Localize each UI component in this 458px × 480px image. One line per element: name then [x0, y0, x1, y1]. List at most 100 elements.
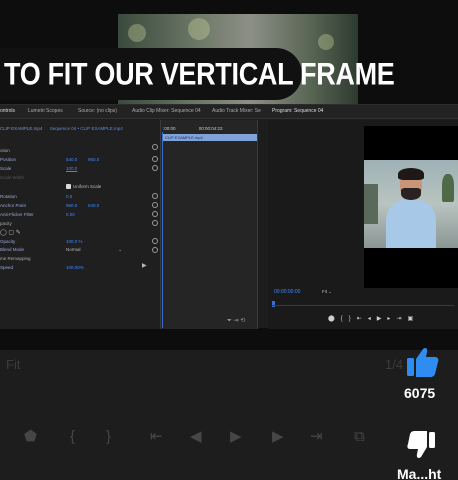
blend-mode-dropdown[interactable]: Normal ⌄ — [66, 247, 126, 254]
premiere-window: ontrols Lumetri Scopes Source: (no clips… — [0, 104, 458, 329]
video-caption: TO FIT OUR VERTICAL FRAME — [0, 48, 395, 100]
position-y-value[interactable]: 960.0 — [88, 157, 99, 162]
tab-audio-track-mixer[interactable]: Audio Track Mixer: Se — [212, 108, 261, 114]
blend-row: Blend Mode — [0, 247, 24, 252]
flicker-value[interactable]: 0.00 — [66, 212, 75, 217]
thumbs-down-icon[interactable] — [407, 430, 437, 460]
rect-mask-icon[interactable]: ▢ — [8, 230, 14, 236]
source-clip[interactable]: CLIP EXAMPLE.mp4 — [0, 126, 42, 131]
reset-icon[interactable] — [152, 144, 158, 150]
scale-width-row: Scale Width — [0, 175, 24, 180]
tab-effect-controls[interactable]: ontrols — [0, 108, 15, 114]
mark-out-icon[interactable]: } — [349, 316, 357, 322]
opacity-value[interactable]: 100.0 % — [66, 239, 83, 244]
program-timecode[interactable]: 00:00:00:00 — [274, 289, 300, 295]
reset-icon[interactable] — [152, 165, 158, 171]
program-video-frame — [364, 160, 458, 248]
scale-label: Scale — [0, 166, 12, 171]
flicker-label: Anti-Flicker Filter — [0, 212, 34, 217]
play-icon: ▶ — [230, 428, 242, 445]
anchor-row: Anchor Point 960.0 540.0 — [0, 203, 99, 208]
step-back-icon[interactable]: ◂ — [368, 316, 377, 322]
program-monitor: 00:00:00:00 Fit ⌄ ⬤{}⇤◂▶▸⇥▣ — [268, 120, 458, 329]
program-fit-value: Fit — [322, 289, 327, 294]
go-in-icon: ⇤ — [150, 428, 163, 445]
player-bottom: Fit 1/4 ⬟ { } ⇤ ◀ ▶ ▶ ⇥ ⧉ — [0, 350, 458, 480]
ec-bottom-icons: ⏷ ⇥ ⟲ — [227, 317, 245, 325]
program-fit-dropdown[interactable]: Fit ⌄ — [322, 289, 332, 295]
chevron-down-icon: ⌄ — [118, 247, 122, 252]
reset-icon[interactable] — [152, 211, 158, 217]
uniform-scale-checkbox[interactable] — [66, 184, 71, 189]
reset-icon[interactable] — [152, 238, 158, 244]
sequence-clip[interactable]: Sequence 04 • CLIP EXAMPLE.mp4 — [50, 126, 123, 131]
blend-mode-value: Normal — [66, 247, 81, 252]
thumbs-up-icon[interactable] — [405, 346, 439, 378]
rotation-value[interactable]: 0.0 — [66, 194, 72, 199]
program-transport: ⬤{}⇤◂▶▸⇥▣ — [328, 315, 419, 322]
tab-lumetri-scopes[interactable]: Lumetri Scopes — [28, 108, 63, 114]
insert-icon: ⧉ — [354, 428, 365, 445]
position-label: Position — [0, 157, 17, 162]
uniform-scale-label: Uniform Scale — [73, 184, 102, 189]
play-icon[interactable]: ▶ — [377, 316, 388, 322]
scale-width-label: Scale Width — [0, 175, 25, 180]
mask-tools: ◯ ▢ ✎ — [0, 229, 21, 236]
ec-clip-bar[interactable]: CLIP EXAMPLE.mp4 — [163, 134, 257, 141]
mark-out-icon: } — [106, 428, 112, 445]
opacity-section[interactable]: pacity — [0, 221, 12, 226]
ec-timecodes: :00:00 00:00:04:23 — [163, 126, 223, 131]
clip-header: CLIP EXAMPLE.mp4 Sequence 04 • CLIP EXAM… — [0, 126, 123, 131]
export-icon[interactable]: ⇥ — [233, 318, 238, 324]
program-scrub-bar[interactable] — [272, 305, 454, 306]
scale-value[interactable]: 100.0 — [66, 166, 77, 171]
video-area: TO FIT OUR VERTICAL FRAME ontrols Lumetr… — [0, 0, 458, 350]
marker-icon[interactable]: ⬤ — [328, 316, 341, 322]
motion-section[interactable]: otion — [0, 148, 10, 153]
go-out-icon[interactable]: ⇥ — [396, 316, 407, 322]
reset-icon[interactable] — [152, 156, 158, 162]
reset-icon[interactable] — [152, 193, 158, 199]
blend-label: Blend Mode — [0, 247, 25, 252]
scale-row: Scale 100.0 — [0, 166, 77, 171]
insert-icon[interactable]: ▣ — [407, 316, 419, 322]
play-triangle-icon[interactable]: ▶ — [142, 262, 147, 269]
opacity-row: Opacity 100.0 % — [0, 239, 83, 244]
reset-icon[interactable] — [152, 247, 158, 253]
rotation-label: Rotation — [0, 194, 17, 199]
position-row: Position 540.0 960.0 — [0, 157, 99, 162]
ellipse-mask-icon[interactable]: ◯ — [0, 230, 7, 236]
rotation-row: Rotation 0.0 — [0, 194, 72, 199]
reset-icon[interactable] — [152, 220, 158, 226]
step-back-icon: ◀ — [190, 428, 202, 445]
pen-mask-icon[interactable]: ✎ — [16, 230, 21, 236]
anchor-label: Anchor Point — [0, 203, 26, 208]
speed-value[interactable]: 100.00% — [66, 265, 84, 270]
tab-program[interactable]: Program: Sequence 04 — [272, 108, 323, 114]
speed-label: Speed — [0, 265, 14, 270]
tab-audio-clip-mixer[interactable]: Audio Clip Mixer: Sequence 04 — [132, 108, 201, 114]
anchor-y-value[interactable]: 540.0 — [88, 203, 99, 208]
like-count: 6075 — [404, 385, 436, 401]
loop-icon[interactable]: ⟲ — [240, 318, 245, 324]
go-in-icon[interactable]: ⇤ — [357, 316, 368, 322]
marker-icon: ⬟ — [24, 428, 38, 445]
remap-section[interactable]: me Remapping — [0, 256, 31, 261]
page-count: 1/4 — [385, 357, 404, 372]
author-name[interactable]: Ma...ht — [397, 466, 441, 480]
mark-in-icon[interactable]: { — [341, 316, 349, 322]
effect-controls-panel: CLIP EXAMPLE.mp4 Sequence 04 • CLIP EXAM… — [0, 120, 160, 329]
program-playhead[interactable] — [272, 301, 275, 307]
speed-row: Speed 100.00% — [0, 265, 84, 270]
playhead-line — [162, 132, 163, 328]
mark-in-icon: { — [70, 428, 76, 445]
caption-text: TO FIT OUR VERTICAL FRAME — [4, 56, 395, 91]
anchor-x-value[interactable]: 960.0 — [66, 203, 77, 208]
reset-icon[interactable] — [152, 202, 158, 208]
position-x-value[interactable]: 540.0 — [66, 157, 77, 162]
tab-source[interactable]: Source: (no clips) — [78, 108, 117, 114]
filter-icon[interactable]: ⏷ — [227, 318, 232, 324]
opacity-label: Opacity — [0, 239, 16, 244]
fit-label[interactable]: Fit — [6, 357, 20, 372]
panel-tabs: ontrols Lumetri Scopes Source: (no clips… — [0, 105, 458, 119]
